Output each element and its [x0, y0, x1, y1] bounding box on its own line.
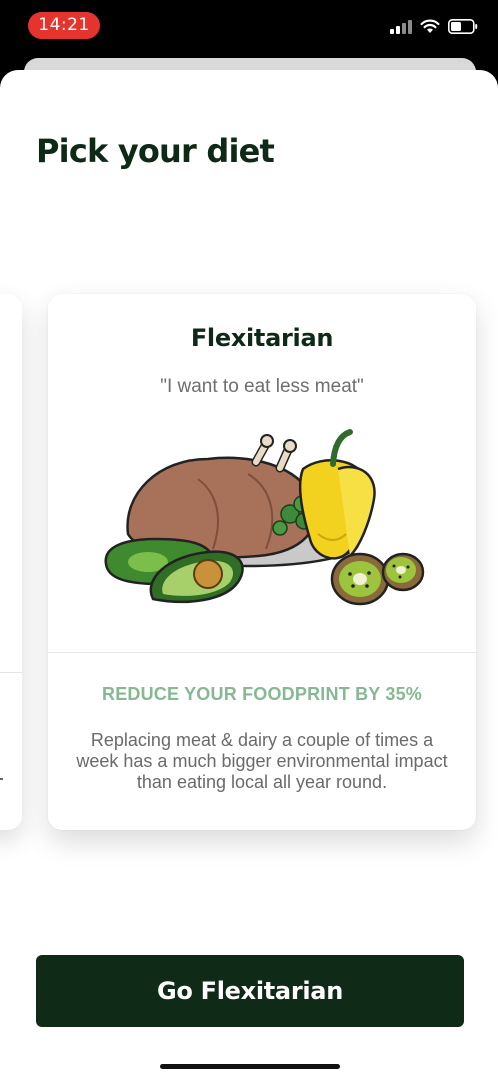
- cellular-signal-icon: [390, 19, 412, 39]
- diet-title: Flexitarian: [190, 324, 334, 352]
- card-text-fragment: [0, 778, 3, 780]
- food-illustration: [104, 429, 425, 606]
- foodprint-reduction: REDUCE YOUR FOODPRINT BY 35%: [102, 684, 422, 704]
- diet-card-flexitarian[interactable]: Flexitarian "I want to eat less meat" RE…: [48, 294, 476, 830]
- card-divider: [48, 652, 476, 653]
- diet-picker-sheet: Pick your diet Flexitarian "I want to ea…: [0, 70, 498, 1080]
- page-title: Pick your diet: [36, 132, 275, 170]
- status-time[interactable]: 14:21: [28, 12, 100, 39]
- wifi-icon: [420, 19, 440, 39]
- status-bar: 14:21: [0, 0, 498, 56]
- go-flexitarian-button[interactable]: Go Flexitarian: [36, 955, 464, 1027]
- card-divider: [0, 672, 22, 673]
- battery-icon: [448, 19, 478, 39]
- home-indicator[interactable]: [160, 1064, 340, 1069]
- diet-description: Replacing meat & dairy a couple of times…: [76, 730, 448, 792]
- status-icons: [390, 18, 478, 40]
- diet-quote: "I want to eat less meat": [160, 376, 364, 397]
- previous-diet-card[interactable]: [0, 294, 22, 830]
